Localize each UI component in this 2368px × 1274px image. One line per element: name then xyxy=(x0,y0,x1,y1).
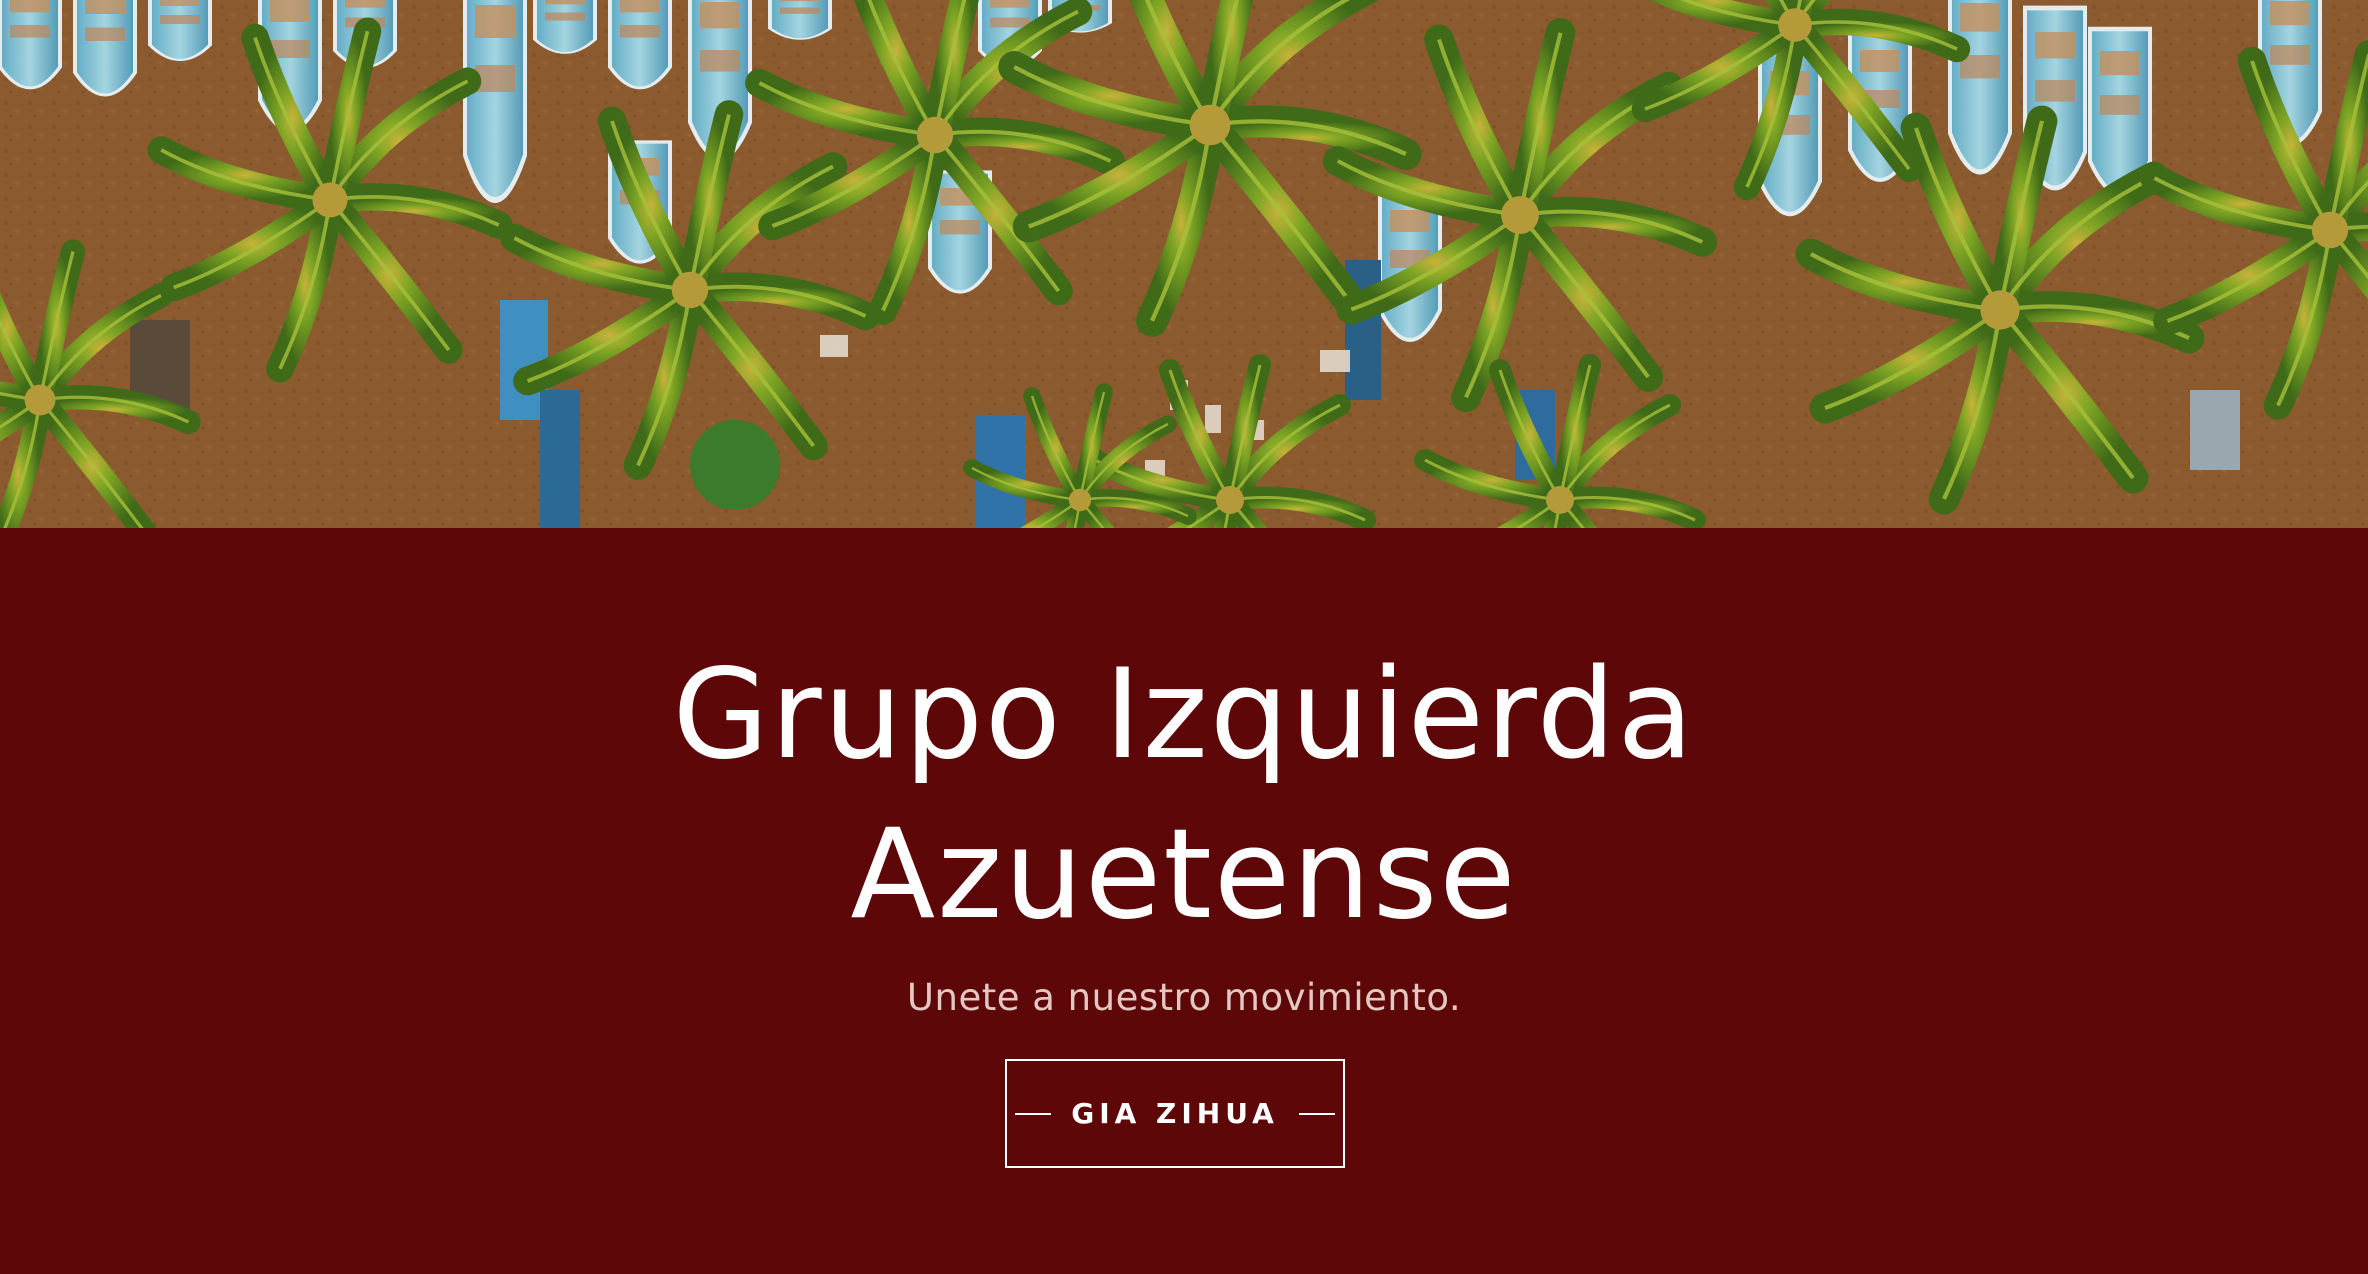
subtitle: Unete a nuestro movimiento. xyxy=(906,976,1462,1019)
dash-left-icon xyxy=(1015,1112,1052,1115)
hero-image xyxy=(0,0,2368,528)
cta-button[interactable]: GIA ZIHUA xyxy=(1005,1059,1345,1168)
page-title-line-1: Grupo Izquierda xyxy=(672,643,1696,787)
page-title-line-2: Azuetense xyxy=(850,803,1518,947)
dash-right-icon xyxy=(1298,1112,1335,1115)
page: Grupo Izquierda Azuetense Unete a nuestr… xyxy=(0,0,2368,1274)
cta-label: GIA ZIHUA xyxy=(1071,1096,1279,1130)
